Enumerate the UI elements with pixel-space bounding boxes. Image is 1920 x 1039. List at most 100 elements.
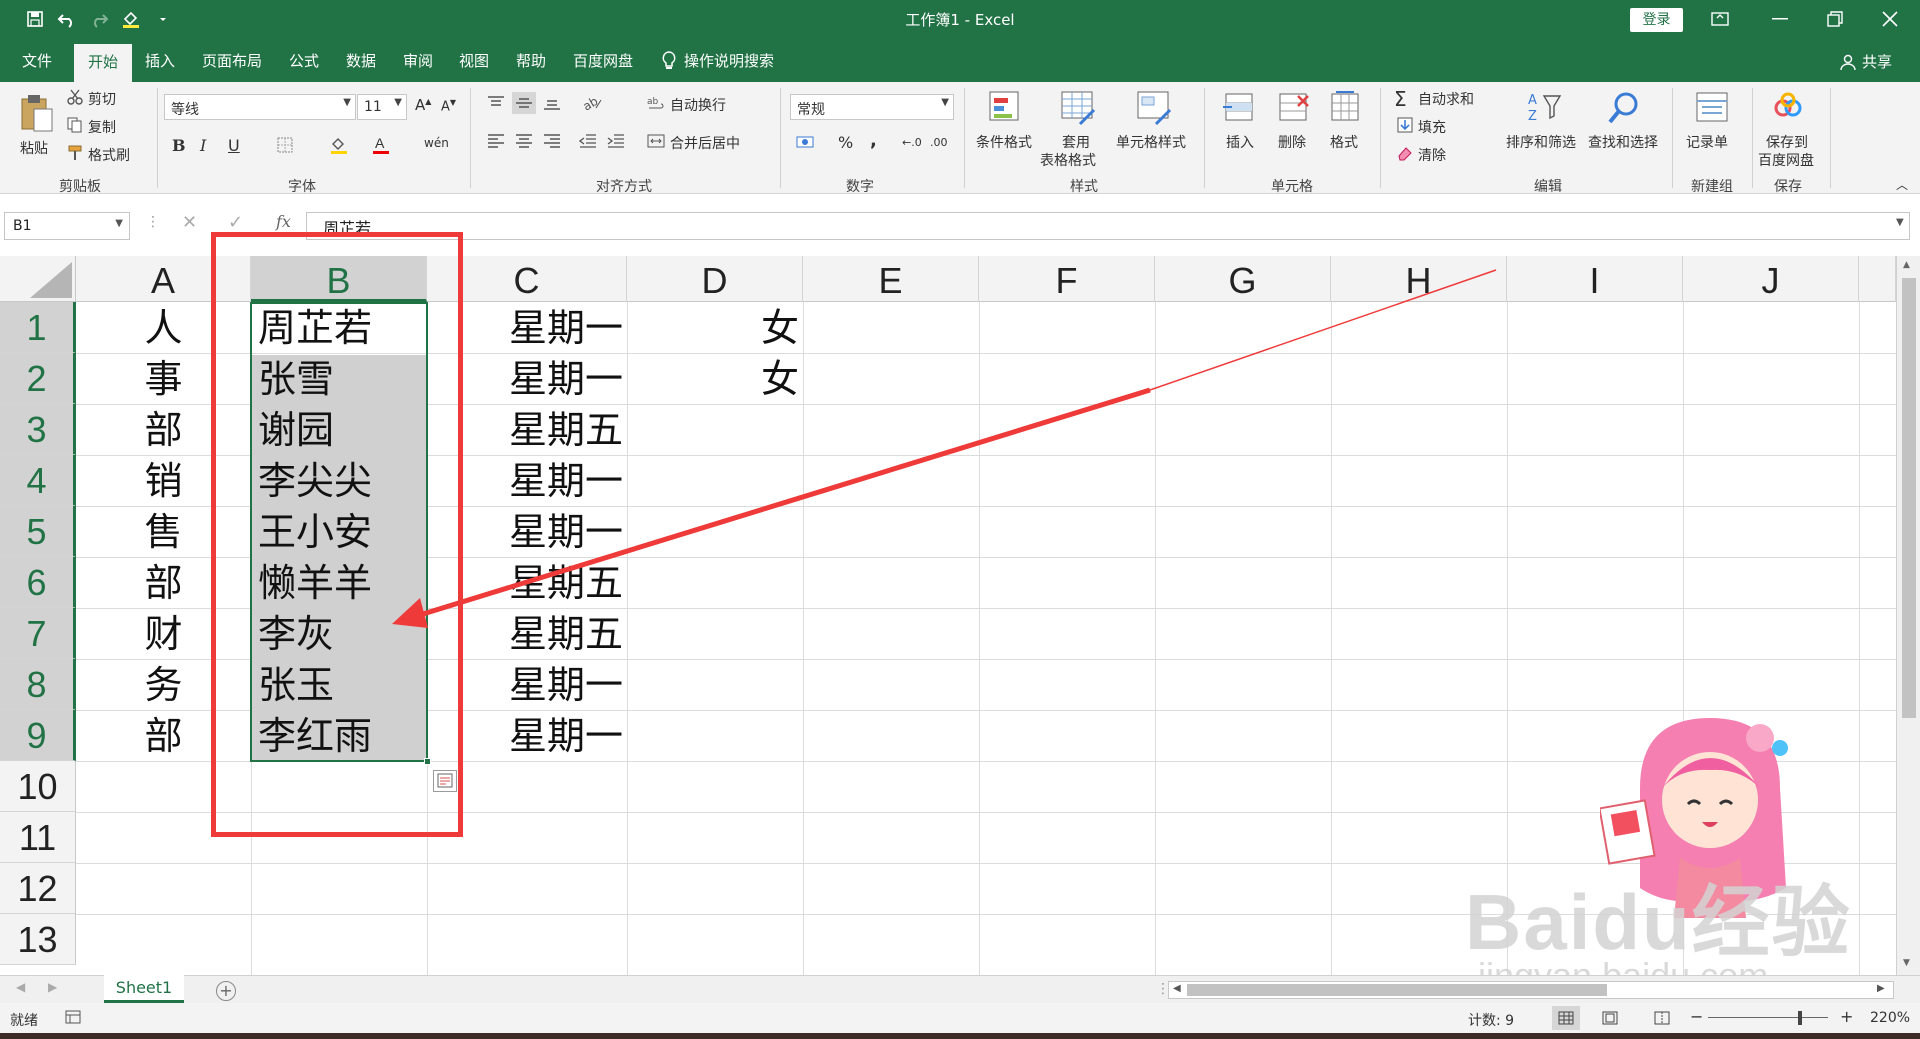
tab-review[interactable]: 审阅 (403, 50, 433, 71)
vertical-scroll-thumb[interactable] (1902, 278, 1916, 718)
sort-filter-label[interactable]: 排序和筛选 (1506, 132, 1576, 152)
ribbon-display-options-icon[interactable] (1700, 4, 1740, 34)
zoom-slider-thumb[interactable] (1798, 1011, 1802, 1025)
column-header-g[interactable]: G (1155, 256, 1331, 302)
fill-color-icon[interactable] (328, 134, 350, 156)
align-top-icon[interactable] (486, 94, 506, 112)
align-left-icon[interactable] (486, 132, 506, 150)
increase-indent-icon[interactable] (606, 132, 626, 150)
macro-record-icon[interactable] (64, 1009, 82, 1025)
copy-label[interactable]: 复制 (88, 117, 116, 137)
cut-label[interactable]: 剪切 (88, 89, 116, 109)
bold-button[interactable]: B (172, 136, 186, 155)
fill-down-icon[interactable] (1396, 116, 1414, 134)
form-record-icon[interactable] (1692, 88, 1732, 128)
vertical-scrollbar[interactable]: ▲ ▼ (1896, 256, 1920, 975)
format-cells-label[interactable]: 格式 (1330, 132, 1358, 152)
column-header-i[interactable]: I (1507, 256, 1683, 302)
eraser-icon[interactable] (1396, 144, 1414, 162)
wrap-text-label[interactable]: 自动换行 (670, 95, 726, 115)
align-center-icon[interactable] (514, 132, 534, 150)
row-header-12[interactable]: 12 (0, 863, 76, 914)
formula-input[interactable]: 周芷若 (306, 212, 1910, 240)
save-netdisk-label1[interactable]: 保存到 (1766, 132, 1808, 152)
insert-cells-icon[interactable] (1220, 88, 1260, 128)
tab-home[interactable]: 开始 (74, 44, 133, 82)
italic-button[interactable]: I (200, 136, 206, 155)
scroll-down-icon[interactable]: ▼ (1903, 958, 1910, 968)
page-layout-view-icon[interactable] (1600, 1008, 1620, 1028)
name-box[interactable]: B1 ▼ (4, 212, 130, 240)
column-header-d[interactable]: D (627, 256, 803, 302)
add-sheet-icon[interactable]: + (216, 981, 236, 1001)
clear-label[interactable]: 清除 (1418, 145, 1446, 165)
row-header-6[interactable]: 6 (0, 557, 76, 608)
align-middle-icon[interactable] (512, 92, 536, 114)
zoom-out-icon[interactable]: − (1690, 1007, 1703, 1026)
font-size-select[interactable]: 11 ▼ (357, 94, 407, 120)
horizontal-scroll-thumb[interactable] (1187, 984, 1607, 996)
sheet-tab-sheet1[interactable]: Sheet1 (104, 975, 184, 1003)
format-painter-icon[interactable] (66, 144, 84, 162)
column-header-f[interactable]: F (979, 256, 1155, 302)
row-header-2[interactable]: 2 (0, 353, 76, 404)
accounting-format-icon[interactable] (794, 132, 818, 152)
underline-button[interactable]: U (228, 136, 240, 155)
column-header-e[interactable]: E (803, 256, 979, 302)
column-header-h[interactable]: H (1331, 256, 1507, 302)
merge-center-icon[interactable] (646, 132, 666, 150)
autosum-label[interactable]: 自动求和 (1418, 89, 1474, 109)
scroll-left-icon[interactable]: ◀ (1173, 983, 1181, 994)
row-header-7[interactable]: 7 (0, 608, 76, 659)
share-button[interactable]: 共享 (1840, 51, 1892, 72)
format-as-table-label2[interactable]: 表格格式 (1040, 150, 1096, 170)
font-name-select[interactable]: 等线 ▼ (164, 94, 356, 120)
tab-formulas[interactable]: 公式 (289, 50, 319, 71)
cell-styles-label[interactable]: 单元格样式 (1116, 132, 1186, 152)
autosum-icon[interactable]: Σ (1394, 87, 1407, 111)
row-header-8[interactable]: 8 (0, 659, 76, 710)
close-icon[interactable] (1870, 4, 1910, 34)
tab-data[interactable]: 数据 (346, 50, 376, 71)
font-color-icon[interactable]: A (370, 134, 392, 156)
cell-styles-icon[interactable] (1134, 88, 1174, 128)
tab-page-layout[interactable]: 页面布局 (202, 50, 262, 71)
conditional-format-icon[interactable] (986, 88, 1026, 128)
confirm-entry-icon[interactable]: ✓ (228, 212, 243, 233)
horizontal-scrollbar[interactable]: ◀ ▶ (1168, 981, 1894, 999)
row-header-13[interactable]: 13 (0, 914, 76, 965)
decrease-decimal-icon[interactable]: .00 (930, 136, 948, 149)
row-header-10[interactable]: 10 (0, 761, 76, 812)
scroll-right-icon[interactable]: ▶ (1877, 983, 1885, 994)
format-as-table-label1[interactable]: 套用 (1062, 132, 1090, 152)
row-header-3[interactable]: 3 (0, 404, 76, 455)
cell-d2[interactable]: 女 (627, 353, 799, 404)
find-select-label[interactable]: 查找和选择 (1588, 132, 1658, 152)
restore-icon[interactable] (1815, 4, 1855, 34)
find-select-icon[interactable] (1604, 88, 1644, 128)
collapse-ribbon-icon[interactable]: ︿ (1896, 176, 1908, 193)
number-format-select[interactable]: 常规 ▼ (790, 94, 954, 120)
conditional-format-label[interactable]: 条件格式 (976, 132, 1032, 152)
copy-icon[interactable] (66, 116, 84, 134)
row-header-11[interactable]: 11 (0, 812, 76, 863)
column-header-j[interactable]: J (1683, 256, 1859, 302)
format-painter-label[interactable]: 格式刷 (88, 145, 130, 165)
cell-d1[interactable]: 女 (627, 302, 799, 353)
page-break-view-icon[interactable] (1652, 1008, 1672, 1028)
form-record-label[interactable]: 记录单 (1686, 132, 1728, 152)
row-header-4[interactable]: 4 (0, 455, 76, 506)
increase-decimal-icon[interactable]: ←.0 (902, 136, 922, 149)
borders-icon[interactable] (276, 136, 294, 154)
row-header-9[interactable]: 9 (0, 710, 76, 761)
zoom-in-icon[interactable]: + (1840, 1007, 1853, 1026)
scroll-up-icon[interactable]: ▲ (1903, 260, 1910, 270)
delete-cells-icon[interactable] (1274, 88, 1314, 128)
fill-label[interactable]: 填充 (1418, 117, 1446, 137)
format-as-table-icon[interactable] (1058, 88, 1098, 128)
delete-cells-label[interactable]: 删除 (1278, 132, 1306, 152)
increase-font-icon[interactable]: A▲ (415, 96, 431, 114)
insert-function-icon[interactable]: fx (276, 212, 291, 231)
percent-button[interactable]: % (838, 133, 853, 152)
insert-cells-label[interactable]: 插入 (1226, 132, 1254, 152)
